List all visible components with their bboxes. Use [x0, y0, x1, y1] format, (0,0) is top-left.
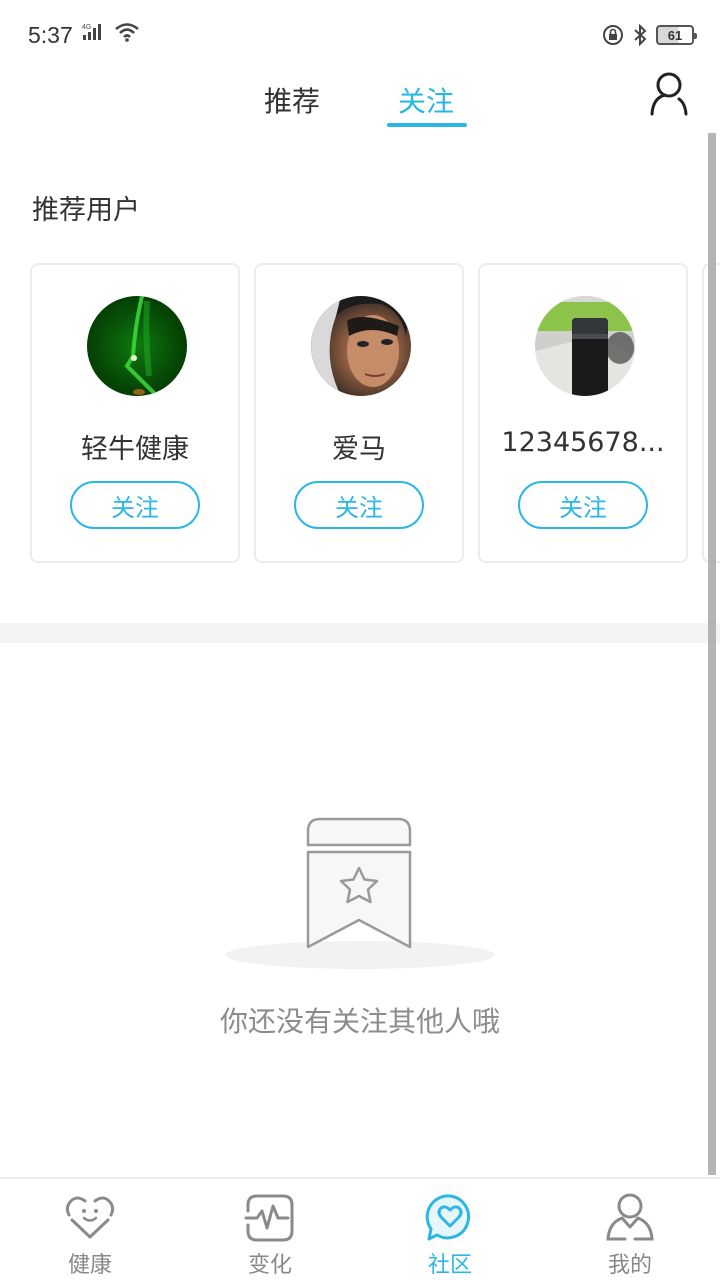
follow-button[interactable]: 关注 — [294, 481, 424, 529]
person-icon — [606, 1193, 654, 1241]
person-outline-icon[interactable] — [648, 70, 690, 116]
rotation-lock-icon — [603, 25, 623, 45]
avatar[interactable] — [311, 296, 411, 396]
avatar-image — [124, 296, 159, 396]
user-name: 爱马 — [332, 434, 386, 465]
top-nav: 推荐 关注 — [0, 64, 720, 134]
nav-item-mine[interactable]: 我的 — [540, 1179, 720, 1280]
nav-item-community[interactable]: 社区 — [360, 1179, 540, 1280]
user-card[interactable]: 轻牛健康 关注 — [30, 263, 240, 563]
nav-label: 社区 — [427, 1253, 472, 1278]
nav-item-health[interactable]: 健康 — [0, 1179, 180, 1280]
pulse-chart-icon — [244, 1194, 294, 1242]
scrollbar[interactable] — [708, 133, 716, 1175]
bookmark-star-icon — [225, 817, 495, 969]
active-tab-indicator — [387, 123, 467, 127]
nav-item-changes[interactable]: 变化 — [180, 1179, 360, 1280]
empty-state-message: 你还没有关注其他人哦 — [219, 1005, 500, 1038]
nav-label: 健康 — [67, 1253, 112, 1278]
nav-label: 变化 — [247, 1253, 292, 1278]
bluetooth-icon — [634, 24, 647, 46]
wifi-icon — [115, 23, 139, 42]
svg-text:4G: 4G — [82, 24, 91, 31]
user-card[interactable]: 爱马 关注 — [254, 263, 464, 563]
user-name: 12345678... — [501, 427, 665, 458]
tab-follow[interactable]: 关注 — [398, 80, 454, 120]
heart-smile-icon — [65, 1196, 115, 1239]
section-title-recommended-users: 推荐用户 — [32, 195, 140, 226]
user-card[interactable]: 12345678... 关注 — [478, 263, 688, 563]
battery-indicator: 61 — [656, 25, 697, 45]
follow-button[interactable]: 关注 — [70, 481, 200, 529]
bottom-nav: 健康 变化 社区 我的 — [0, 1177, 720, 1280]
user-name: 轻牛健康 — [81, 434, 189, 465]
status-right-icons: 61 — [602, 24, 697, 46]
avatar-image — [311, 296, 411, 396]
chat-heart-icon — [425, 1194, 471, 1241]
section-divider — [0, 623, 720, 643]
avatar-image — [535, 296, 635, 396]
follow-button[interactable]: 关注 — [518, 481, 648, 529]
avatar[interactable] — [535, 296, 635, 396]
recommended-users-carousel[interactable]: 轻牛健康 关注 爱马 关注 12345678... 关注 — [30, 263, 720, 563]
status-left-icons: 4G — [82, 22, 140, 42]
status-bar: 5:37 4G 61 — [0, 0, 720, 64]
status-time: 5:37 — [28, 22, 73, 48]
tab-recommend[interactable]: 推荐 — [264, 80, 320, 120]
nav-label: 我的 — [607, 1253, 652, 1278]
signal-4g-icon: 4G — [82, 24, 101, 40]
battery-level: 61 — [667, 27, 683, 43]
avatar[interactable] — [87, 296, 187, 396]
